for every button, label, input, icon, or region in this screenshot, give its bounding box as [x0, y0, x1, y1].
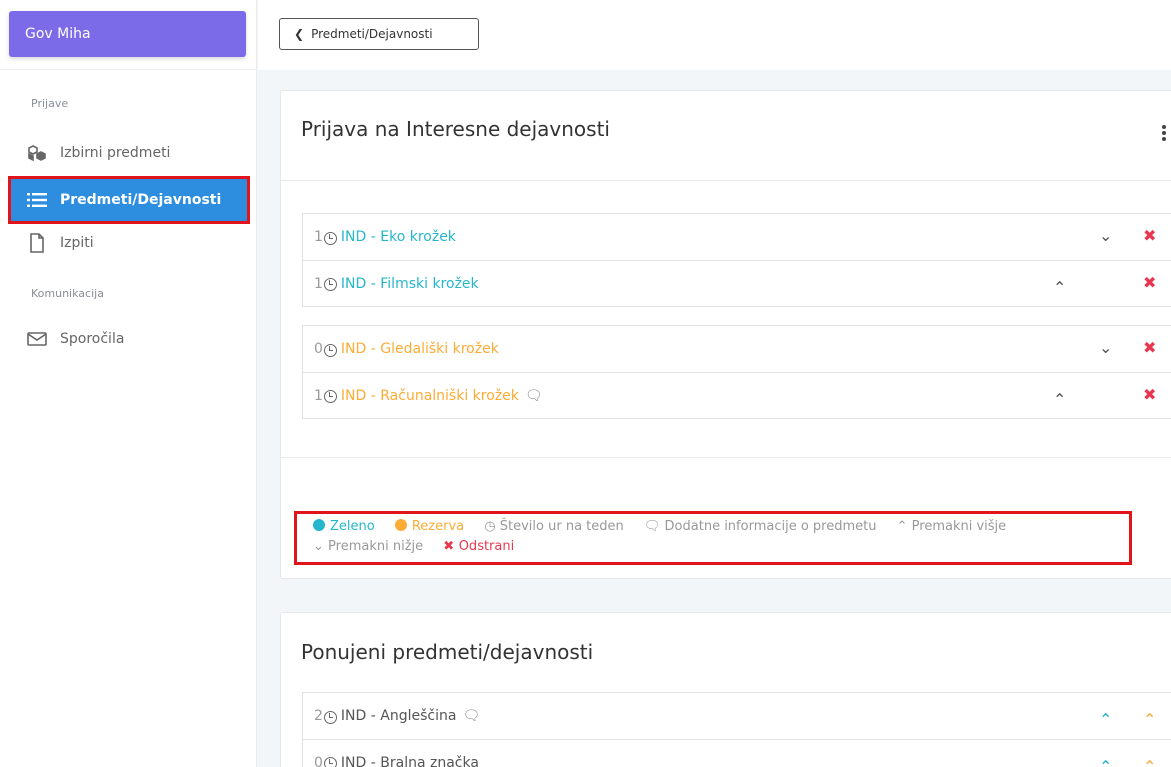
priority-group: 1 IND - Eko krožek ⌄ ✖ 1 IND - Filmski k…: [302, 213, 1171, 307]
add-green-button[interactable]: ⌃: [1099, 757, 1112, 767]
list-item: 1 IND - Eko krožek ⌄ ✖: [303, 214, 1171, 260]
offered-card: Ponujeni predmeti/dejavnosti 2 IND - Ang…: [280, 612, 1171, 767]
hours-count: 1: [314, 275, 323, 292]
list-item: 2 IND - Angleščina 🗨 ⌃ ⌃: [303, 693, 1171, 739]
clock-icon: [323, 343, 337, 357]
close-icon: ✖: [443, 539, 459, 554]
priority-group: 0 IND - Gledališki krožek ⌄ ✖ 1 IND - Ra…: [302, 325, 1171, 419]
subject-name: IND - Računalniški krožek: [340, 387, 519, 404]
subject-name: IND - Filmski krožek: [340, 275, 479, 292]
envelope-icon: [27, 329, 47, 349]
more-options-icon[interactable]: [1161, 125, 1167, 141]
back-button[interactable]: ❮ Predmeti/Dejavnosti: [279, 18, 479, 50]
chevron-down-icon: ⌄: [313, 539, 329, 554]
move-down-button[interactable]: ⌄: [1099, 338, 1112, 358]
sidebar-item-label: Izpiti: [60, 235, 94, 251]
sidebar-divider: [0, 69, 257, 70]
hours-count: 1: [314, 229, 323, 245]
chevron-up-icon: ⌃: [896, 519, 912, 534]
orange-dot-icon: [394, 519, 407, 531]
remove-button[interactable]: ✖: [1143, 226, 1156, 246]
card-divider: [281, 457, 1171, 458]
legend-item-green: Zeleno: [313, 519, 375, 534]
sidebar-item-predmeti-dejavnosti[interactable]: Predmeti/Dejavnosti: [8, 176, 250, 224]
clock-icon: [323, 390, 337, 403]
move-down-button[interactable]: ⌄: [1099, 226, 1112, 246]
add-reserve-button[interactable]: ⌃: [1143, 710, 1156, 730]
hours-count: 0: [314, 341, 323, 357]
legend: Zeleno Rezerva ◷ Število ur na teden 🗨 D…: [294, 511, 1132, 565]
clock-icon: [323, 278, 337, 291]
list-item: 1 IND - Računalniški krožek 🗨 ⌃ ✖: [303, 372, 1171, 418]
card-title: Ponujeni predmeti/dejavnosti: [301, 640, 594, 664]
legend-item-up: ⌃ Premakni višje: [896, 519, 1007, 534]
list-item: 0 IND - Bralna značka ⌃ ⌃: [303, 739, 1171, 767]
add-green-button[interactable]: ⌃: [1099, 710, 1112, 730]
sidebar-item-sporocila[interactable]: Sporočila: [11, 318, 247, 360]
clock-icon: [323, 231, 337, 245]
hours-count: 0: [314, 754, 323, 767]
move-up-button[interactable]: ⌃: [1053, 390, 1066, 410]
legend-item-hours: ◷ Število ur na teden: [484, 519, 624, 534]
signup-card: Prijava na Interesne dejavnosti 1 IND - …: [280, 90, 1171, 579]
sidebar-item-label: Sporočila: [60, 331, 125, 347]
clock-icon: ◷: [484, 519, 500, 534]
hours-count: 1: [314, 387, 323, 404]
subject-name: IND - Gledališki krožek: [340, 341, 499, 357]
file-icon: [27, 233, 47, 253]
card-divider: [281, 180, 1171, 181]
section-label-prijave: Prijave: [31, 97, 69, 110]
clock-icon: [323, 710, 337, 724]
sidebar-item-label: Izbirni predmeti: [60, 145, 171, 161]
legend-item-down: ⌄ Premakni nižje: [313, 539, 424, 554]
list-item: 0 IND - Gledališki krožek ⌄ ✖: [303, 326, 1171, 372]
offered-list: 2 IND - Angleščina 🗨 ⌃ ⌃ 0 IND - Bralna …: [302, 692, 1171, 767]
user-menu-button[interactable]: Gov Miha: [9, 11, 246, 57]
legend-item-info: 🗨 Dodatne informacije o predmetu: [643, 519, 877, 534]
green-dot-icon: [313, 519, 325, 531]
card-title: Prijava na Interesne dejavnosti: [301, 117, 610, 141]
comment-icon[interactable]: 🗨: [462, 708, 480, 724]
sidebar-item-izbirni-predmeti[interactable]: Izbirni predmeti: [11, 132, 247, 174]
subject-name: IND - Bralna značka: [340, 754, 479, 767]
move-up-button[interactable]: ⌃: [1053, 278, 1066, 298]
sidebar-item-label: Predmeti/Dejavnosti: [60, 192, 222, 208]
subject-name: IND - Eko krožek: [340, 229, 456, 245]
back-button-label: Predmeti/Dejavnosti: [311, 27, 433, 41]
clock-icon: [323, 757, 337, 767]
legend-item-remove: ✖ Odstrani: [443, 539, 515, 554]
legend-item-reserve: Rezerva: [394, 519, 464, 534]
remove-button[interactable]: ✖: [1143, 273, 1156, 293]
subject-name: IND - Angleščina: [340, 708, 457, 724]
sidebar-item-izpiti[interactable]: Izpiti: [11, 222, 247, 264]
comment-icon: 🗨: [643, 519, 665, 534]
comment-icon[interactable]: 🗨: [525, 388, 543, 404]
sidebar: Gov Miha Prijave Izbirni predmeti Predme…: [0, 0, 257, 767]
list-item: 1 IND - Filmski krožek ⌃ ✖: [303, 260, 1171, 306]
list-icon: [27, 190, 47, 210]
cubes-icon: [27, 143, 47, 163]
hours-count: 2: [314, 708, 323, 724]
add-reserve-button[interactable]: ⌃: [1143, 757, 1156, 767]
chevron-left-icon: ❮: [294, 27, 305, 41]
remove-button[interactable]: ✖: [1143, 385, 1156, 405]
section-label-komunikacija: Komunikacija: [31, 287, 104, 300]
remove-button[interactable]: ✖: [1143, 338, 1156, 358]
